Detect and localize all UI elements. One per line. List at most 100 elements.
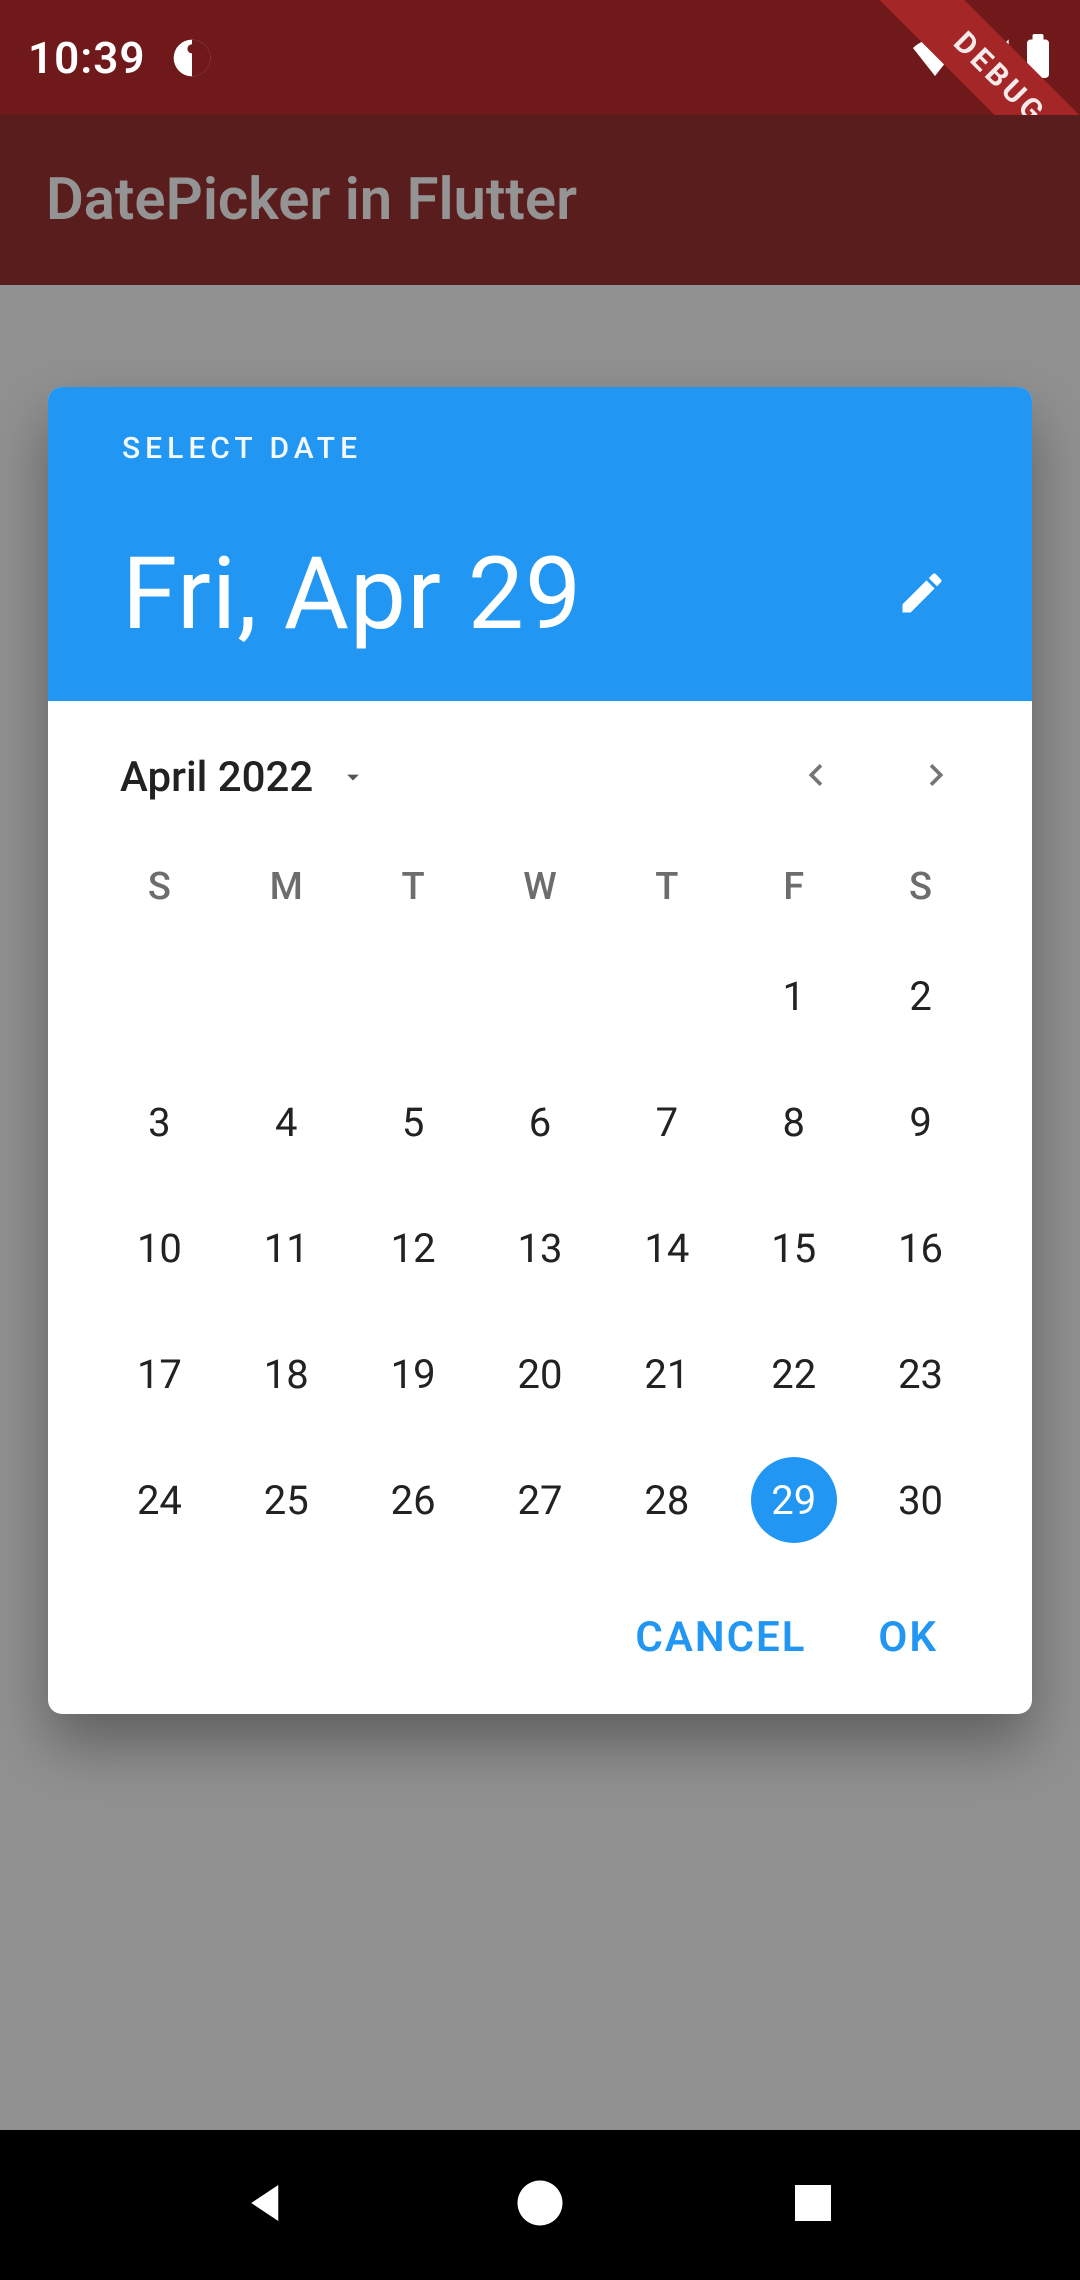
recents-button[interactable] bbox=[778, 2170, 848, 2240]
wifi-icon bbox=[910, 36, 960, 80]
calendar-day-10[interactable]: 10 bbox=[96, 1185, 223, 1311]
calendar-day-18[interactable]: 18 bbox=[223, 1311, 350, 1437]
calendar-day-label: 29 bbox=[751, 1457, 837, 1543]
calendar-day-label: 14 bbox=[644, 1225, 689, 1272]
date-picker-header: SELECT DATE Fri, Apr 29 bbox=[48, 387, 1032, 701]
calendar-day-label: 10 bbox=[137, 1225, 182, 1272]
calendar-day-2[interactable]: 2 bbox=[857, 933, 984, 1059]
weekday-header: S bbox=[857, 839, 984, 933]
calendar-day-15[interactable]: 15 bbox=[730, 1185, 857, 1311]
triangle-back-icon bbox=[240, 2176, 294, 2234]
date-picker-headline: Fri, Apr 29 bbox=[122, 536, 582, 653]
calendar-day-13[interactable]: 13 bbox=[477, 1185, 604, 1311]
calendar-day-20[interactable]: 20 bbox=[477, 1311, 604, 1437]
back-button[interactable] bbox=[232, 2170, 302, 2240]
calendar-day-11[interactable]: 11 bbox=[223, 1185, 350, 1311]
calendar-day-1[interactable]: 1 bbox=[730, 933, 857, 1059]
calendar-day-label: 12 bbox=[391, 1225, 436, 1272]
calendar-day-label: 19 bbox=[391, 1351, 436, 1398]
calendar-day-label: 7 bbox=[656, 1099, 678, 1146]
chevron-left-icon bbox=[794, 753, 838, 801]
calendar-day-8[interactable]: 8 bbox=[730, 1059, 857, 1185]
calendar-day-22[interactable]: 22 bbox=[730, 1311, 857, 1437]
calendar-day-label: 8 bbox=[782, 1099, 804, 1146]
circle-home-icon bbox=[513, 2176, 567, 2234]
calendar-day-label: 30 bbox=[898, 1477, 943, 1524]
prev-month-button[interactable] bbox=[784, 745, 848, 809]
weekday-header: M bbox=[223, 839, 350, 933]
dropdown-icon bbox=[339, 763, 367, 791]
weekday-header: W bbox=[477, 839, 604, 933]
calendar-blank bbox=[603, 933, 730, 1059]
date-picker-headline-row: Fri, Apr 29 bbox=[122, 536, 958, 653]
calendar-day-label: 24 bbox=[137, 1477, 182, 1524]
calendar-day-27[interactable]: 27 bbox=[477, 1437, 604, 1563]
calendar-day-3[interactable]: 3 bbox=[96, 1059, 223, 1185]
chevron-right-icon bbox=[914, 753, 958, 801]
status-app-icon bbox=[170, 36, 214, 80]
calendar-day-26[interactable]: 26 bbox=[350, 1437, 477, 1563]
calendar-day-19[interactable]: 19 bbox=[350, 1311, 477, 1437]
weekday-header: T bbox=[350, 839, 477, 933]
dialog-actions: CANCEL OK bbox=[96, 1563, 984, 1672]
month-nav-buttons bbox=[784, 745, 974, 809]
calendar-day-label: 5 bbox=[402, 1099, 424, 1146]
weekday-header: F bbox=[730, 839, 857, 933]
calendar-blank bbox=[96, 933, 223, 1059]
calendar-day-21[interactable]: 21 bbox=[603, 1311, 730, 1437]
calendar-day-label: 26 bbox=[391, 1477, 436, 1524]
calendar-day-label: 13 bbox=[518, 1225, 563, 1272]
weekday-header: T bbox=[603, 839, 730, 933]
calendar-blank bbox=[350, 933, 477, 1059]
calendar-day-label: 17 bbox=[137, 1351, 182, 1398]
calendar-day-4[interactable]: 4 bbox=[223, 1059, 350, 1185]
date-picker-dialog: SELECT DATE Fri, Apr 29 April 2022 bbox=[48, 387, 1032, 1714]
calendar-day-12[interactable]: 12 bbox=[350, 1185, 477, 1311]
calendar-day-9[interactable]: 9 bbox=[857, 1059, 984, 1185]
calendar-day-6[interactable]: 6 bbox=[477, 1059, 604, 1185]
calendar-day-7[interactable]: 7 bbox=[603, 1059, 730, 1185]
cell-signal-icon bbox=[970, 36, 1014, 80]
square-recents-icon bbox=[789, 2179, 837, 2231]
calendar-day-label: 1 bbox=[782, 973, 804, 1020]
month-year-label: April 2022 bbox=[120, 753, 313, 802]
android-nav-bar bbox=[0, 2130, 1080, 2280]
weekday-header: S bbox=[96, 839, 223, 933]
calendar-day-17[interactable]: 17 bbox=[96, 1311, 223, 1437]
calendar-day-28[interactable]: 28 bbox=[603, 1437, 730, 1563]
calendar-day-label: 21 bbox=[644, 1351, 689, 1398]
calendar-grid: SMTWTFS123456789101112131415161718192021… bbox=[96, 839, 984, 1563]
calendar-day-23[interactable]: 23 bbox=[857, 1311, 984, 1437]
calendar-day-label: 11 bbox=[264, 1225, 309, 1272]
calendar-day-label: 16 bbox=[898, 1225, 943, 1272]
calendar-day-label: 28 bbox=[644, 1477, 689, 1524]
calendar-day-label: 27 bbox=[518, 1477, 563, 1524]
calendar-day-24[interactable]: 24 bbox=[96, 1437, 223, 1563]
calendar-day-5[interactable]: 5 bbox=[350, 1059, 477, 1185]
calendar-day-label: 6 bbox=[529, 1099, 551, 1146]
calendar-day-label: 4 bbox=[275, 1099, 297, 1146]
calendar-day-label: 18 bbox=[264, 1351, 309, 1398]
status-time: 10:39 bbox=[28, 32, 146, 84]
ok-button[interactable]: OK bbox=[878, 1613, 938, 1662]
calendar-day-30[interactable]: 30 bbox=[857, 1437, 984, 1563]
calendar-blank bbox=[223, 933, 350, 1059]
calendar-day-label: 15 bbox=[771, 1225, 816, 1272]
status-left: 10:39 bbox=[28, 32, 214, 84]
home-button[interactable] bbox=[505, 2170, 575, 2240]
cancel-button[interactable]: CANCEL bbox=[635, 1613, 806, 1662]
calendar-day-25[interactable]: 25 bbox=[223, 1437, 350, 1563]
calendar-day-16[interactable]: 16 bbox=[857, 1185, 984, 1311]
calendar-day-14[interactable]: 14 bbox=[603, 1185, 730, 1311]
switch-to-input-button[interactable] bbox=[886, 559, 958, 631]
calendar-day-label: 22 bbox=[771, 1351, 816, 1398]
month-row: April 2022 bbox=[96, 719, 984, 839]
battery-icon bbox=[1024, 34, 1052, 82]
month-year-selector[interactable]: April 2022 bbox=[120, 753, 367, 802]
date-picker-body: April 2022 SMTWTFS1234567891011121 bbox=[48, 701, 1032, 1714]
calendar-day-label: 20 bbox=[518, 1351, 563, 1398]
calendar-day-label: 23 bbox=[898, 1351, 943, 1398]
calendar-day-29[interactable]: 29 bbox=[730, 1437, 857, 1563]
calendar-day-label: 25 bbox=[264, 1477, 309, 1524]
next-month-button[interactable] bbox=[904, 745, 968, 809]
